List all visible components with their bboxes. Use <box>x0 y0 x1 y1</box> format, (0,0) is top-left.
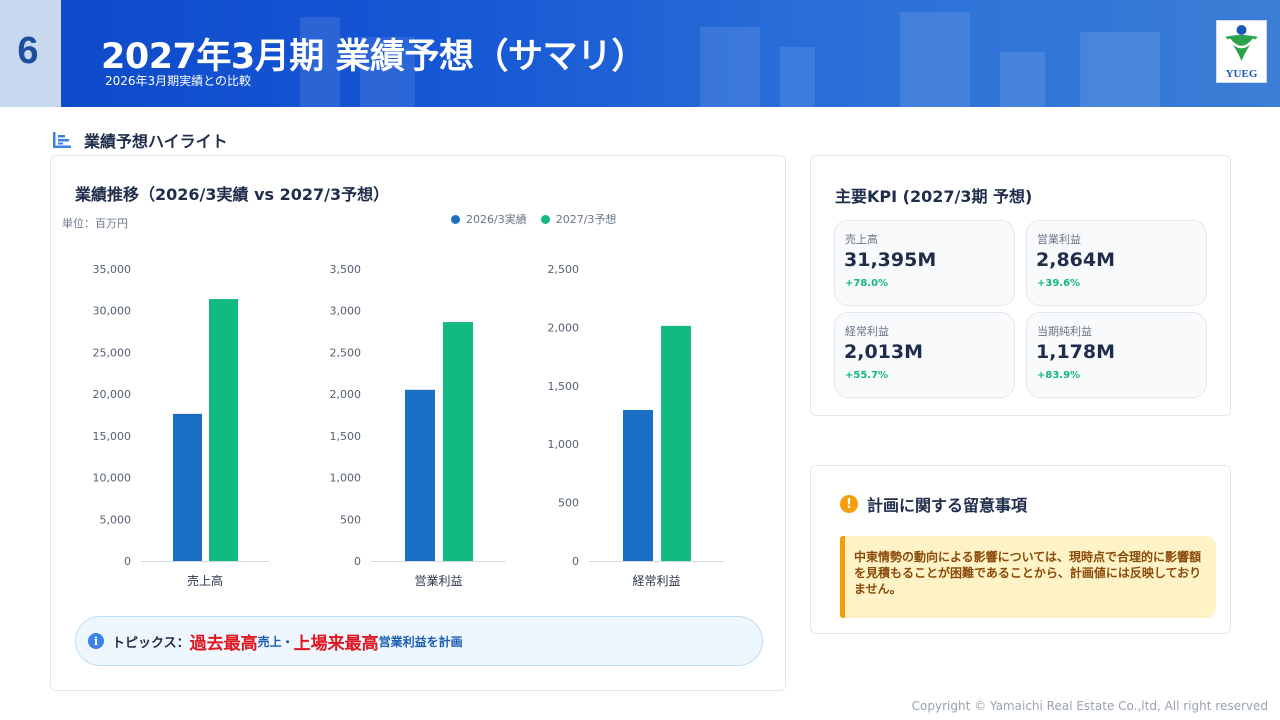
y-tick-label: 0 <box>354 555 361 568</box>
x-category-label: 営業利益 <box>414 574 462 588</box>
notes-box: 中東情勢の動向による影響については、現時点で合理的に影響額を見積もることが困難で… <box>840 536 1216 618</box>
kpi-label: 経常利益 <box>845 325 889 338</box>
logo-mark-icon <box>1225 25 1258 61</box>
y-tick-label: 1,500 <box>548 380 580 393</box>
company-logo: YUEG <box>1216 20 1267 83</box>
kpi-value: 2,013M <box>844 341 924 363</box>
y-tick-label: 35,000 <box>93 263 132 276</box>
kpi-value: 1,178M <box>1036 341 1116 363</box>
y-tick-label: 0 <box>124 555 131 568</box>
y-tick-label: 2,000 <box>548 321 580 334</box>
kpi-tile-operating-profit: 営業利益 2,864M +39.6% <box>1026 220 1207 306</box>
topics-highlight-record: 過去最高 <box>189 633 258 654</box>
kpi-label: 売上高 <box>845 233 878 246</box>
y-tick-label: 5,000 <box>100 513 132 526</box>
kpi-label: 当期純利益 <box>1037 325 1092 338</box>
y-tick-label: 500 <box>558 497 579 510</box>
x-category-label: 売上高 <box>187 573 223 588</box>
bar-forecast <box>443 322 473 561</box>
section-title: 業績予想ハイライト <box>84 132 228 151</box>
y-tick-label: 1,000 <box>330 472 362 485</box>
kpi-title: 主要KPI (2027/3期 予想) <box>835 187 1033 206</box>
x-category-label: 経常利益 <box>632 574 680 588</box>
performance-chart-card: 業績推移（2026/3実績 vs 2027/3予想） 単位：百万円 2026/3… <box>50 155 786 691</box>
y-tick-label: 2,500 <box>330 346 362 359</box>
bar-actual <box>173 413 202 561</box>
page-number-box: 6 <box>0 0 61 107</box>
topics-label: トピックス： <box>112 635 190 651</box>
copyright: Copyright © Yamaichi Real Estate Co.,ltd… <box>911 699 1268 713</box>
kpi-change: +78.0% <box>845 278 889 289</box>
info-icon: i <box>88 633 104 649</box>
y-tick-label: 25,000 <box>93 346 132 359</box>
topics-text-operating: 営業利益を計画 <box>378 634 463 649</box>
y-tick-label: 15,000 <box>93 430 132 443</box>
notes-card: ! 計画に関する留意事項 中東情勢の動向による影響については、現時点で合理的に影… <box>810 465 1231 634</box>
warning-icon: ! <box>840 495 858 513</box>
bar-forecast <box>209 299 238 561</box>
page-subtitle: 2026年3月期実績との比較 <box>105 74 252 88</box>
kpi-change: +83.9% <box>1037 370 1081 381</box>
kpi-tile-sales: 売上高 31,395M +78.0% <box>834 220 1015 306</box>
kpi-tile-ordinary-profit: 経常利益 2,013M +55.7% <box>834 312 1015 398</box>
header-banner: 6 2027年3月期 業績予想（サマリ） 2026年3月期実績との比較 YUEG <box>0 0 1280 107</box>
kpi-tile-net-income: 当期純利益 1,178M +83.9% <box>1026 312 1207 398</box>
y-tick-label: 10,000 <box>93 472 132 485</box>
notes-title: 計画に関する留意事項 <box>867 496 1028 515</box>
slide: { "header": { "page_number": "6", "title… <box>0 0 1280 720</box>
topics-highlight-listed-record: 上場来最高 <box>293 633 379 654</box>
section-heading: 業績予想ハイライト <box>52 128 228 152</box>
page-number: 6 <box>17 30 39 72</box>
y-tick-label: 30,000 <box>93 305 132 318</box>
kpi-label: 営業利益 <box>1037 233 1081 246</box>
y-tick-label: 3,500 <box>330 263 362 276</box>
bar-actual <box>405 389 435 561</box>
y-tick-label: 2,500 <box>548 263 580 276</box>
bar-actual <box>623 409 653 561</box>
y-tick-label: 2,000 <box>330 388 362 401</box>
bar-chart: 0 5,000 10,000 15,000 20,000 25,000 30,000 35,0… <box>93 263 724 588</box>
topics-banner: i トピックス： 過去最高 売上・ 上場来最高 営業利益を計画 <box>75 616 763 666</box>
y-tick-label: 1,000 <box>548 438 580 451</box>
notes-text: 中東情勢の動向による影響については、現時点で合理的に影響額を見積もることが困難で… <box>854 550 1202 596</box>
y-tick-label: 1,500 <box>330 430 362 443</box>
notes-heading: ! 計画に関する留意事項 <box>840 492 1027 516</box>
y-tick-label: 20,000 <box>93 388 132 401</box>
logo-text: YUEG <box>1225 68 1258 80</box>
y-tick-label: 500 <box>340 513 361 526</box>
kpi-value: 2,864M <box>1036 249 1116 271</box>
kpi-card: 主要KPI (2027/3期 予想) 売上高 31,395M +78.0% 営業… <box>810 155 1231 416</box>
topics-text-sales: 売上・ <box>257 634 294 649</box>
bar-chart-icon <box>53 132 71 148</box>
y-tick-label: 3,000 <box>330 305 362 318</box>
kpi-value: 31,395M <box>844 249 937 271</box>
bar-forecast <box>661 325 691 561</box>
y-tick-label: 0 <box>572 555 579 568</box>
kpi-change: +39.6% <box>1037 278 1081 289</box>
kpi-change: +55.7% <box>845 370 889 381</box>
